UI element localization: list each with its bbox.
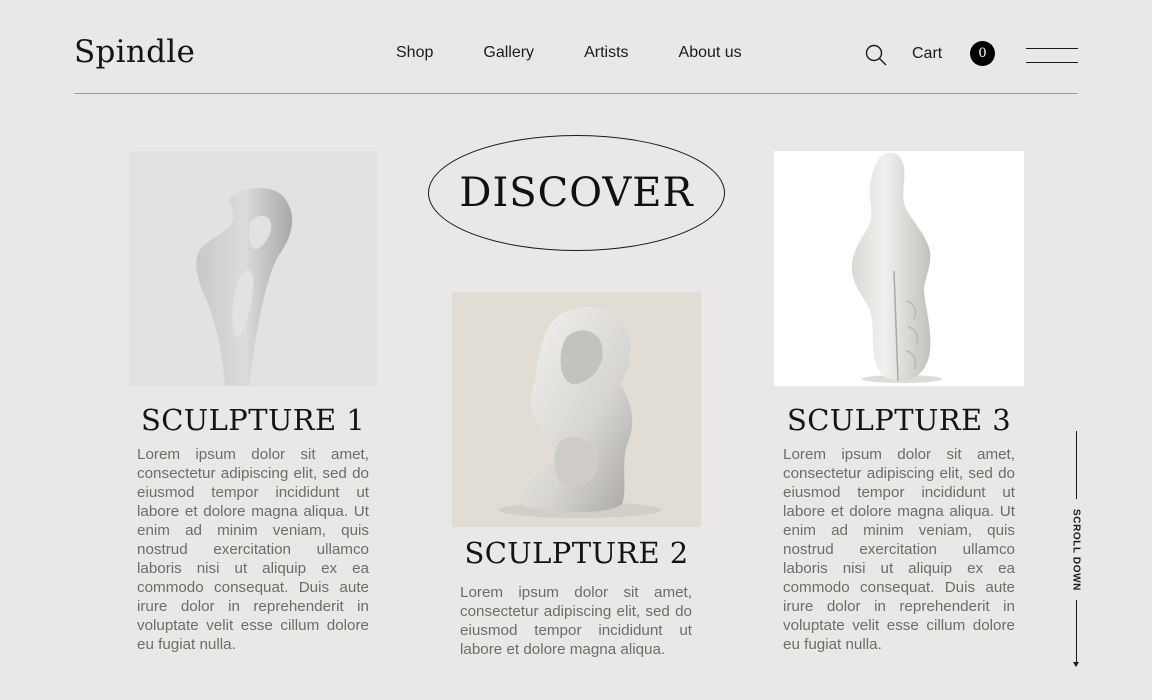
scroll-down-label: SCROLL DOWN — [1070, 509, 1082, 591]
sculpture-2-title: SCULPTURE 2 — [464, 536, 689, 570]
sculpture-3-description: Lorem ipsum dolor sit amet, consectetur … — [783, 446, 1015, 653]
nav-item-shop[interactable]: Shop — [396, 44, 433, 62]
sculpture-1-title: SCULPTURE 1 — [140, 403, 366, 437]
scroll-line-bottom — [1076, 600, 1077, 666]
site-header: Spindle Shop Gallery Artists About us Ca… — [74, 0, 1078, 94]
nav-item-gallery[interactable]: Gallery — [483, 44, 534, 62]
main-nav: Shop Gallery Artists About us — [396, 44, 792, 62]
sculpture-3-title: SCULPTURE 3 — [786, 403, 1012, 437]
scroll-line-top — [1076, 431, 1077, 499]
search-icon[interactable] — [865, 44, 887, 66]
nav-item-about-us[interactable]: About us — [679, 44, 742, 62]
sculpture-2-image[interactable] — [452, 292, 701, 527]
cart-count-badge[interactable]: 0 — [970, 41, 995, 66]
scroll-down-indicator[interactable]: SCROLL DOWN — [1040, 390, 1116, 700]
nav-item-artists[interactable]: Artists — [584, 44, 628, 62]
sculpture-1-image[interactable] — [129, 151, 377, 386]
sculpture-2-description: Lorem ipsum dolor sit amet, consectetur … — [460, 584, 692, 658]
cart-link[interactable]: Cart — [912, 45, 942, 63]
hamburger-menu-icon[interactable] — [1026, 48, 1078, 64]
sculpture-1-description: Lorem ipsum dolor sit amet, consectetur … — [137, 446, 369, 653]
discover-button[interactable]: DISCOVER — [428, 135, 725, 251]
arrow-down-icon — [1073, 662, 1079, 667]
sculpture-3-image[interactable] — [774, 151, 1024, 386]
brand-logo[interactable]: Spindle — [74, 34, 195, 70]
